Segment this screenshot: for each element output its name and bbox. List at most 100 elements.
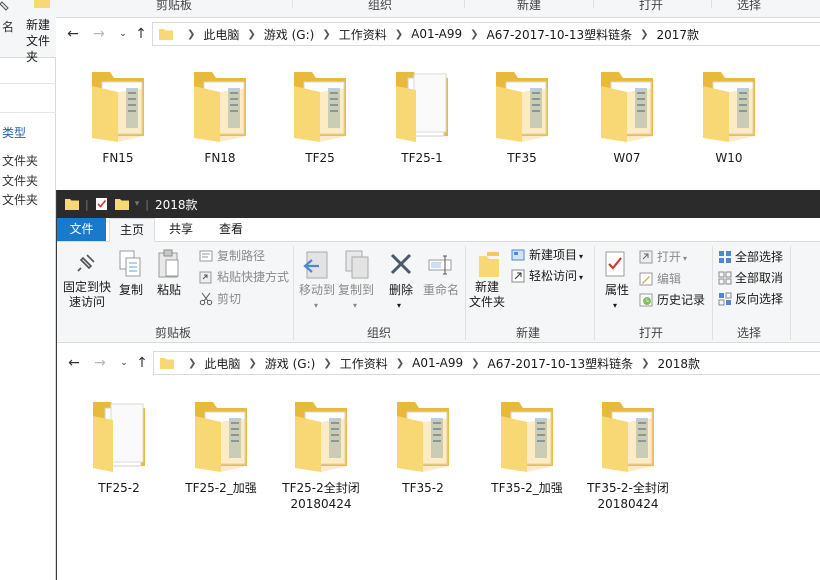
history-button[interactable]: 历史记录 [657, 293, 705, 308]
chevron-right-icon[interactable]: ❯ [322, 29, 330, 40]
pin-icon[interactable] [0, 0, 10, 16]
folder-with-documents-icon [601, 72, 653, 142]
select-none-button[interactable]: 全部取消 [735, 271, 783, 286]
chevron-right-icon[interactable]: ❯ [248, 358, 256, 369]
paste-shortcut-icon [199, 271, 212, 284]
breadcrumb-range[interactable]: A01-A99 [412, 356, 463, 370]
tab-share[interactable]: 共享 [159, 218, 203, 241]
new-item-dropdown-icon[interactable]: ▾ [579, 249, 583, 264]
new-item-icon [511, 249, 525, 261]
new-folder-button[interactable]: 新建 文件夹 [26, 17, 56, 65]
properties-dropdown-icon[interactable]: ▾ [613, 298, 617, 313]
select-none-icon [718, 271, 732, 285]
type-column-header[interactable]: 类型 [2, 124, 26, 141]
file-name: TF35-2 [402, 481, 444, 495]
chevron-right-icon[interactable]: ❯ [396, 358, 404, 369]
folder-item-tf25-1[interactable]: TF25-1 [376, 68, 468, 166]
invert-selection-button[interactable]: 反向选择 [735, 292, 783, 307]
tab-file[interactable]: 文件 [57, 218, 106, 241]
copy-to-dropdown-icon[interactable]: ▾ [353, 298, 357, 313]
ribbon-bottom-edge: 剪贴板 组织 新建 打开 选择 [56, 0, 820, 18]
chevron-right-icon[interactable]: ❯ [247, 29, 255, 40]
folder-item-tf35-2[interactable]: TF35-2 [377, 398, 469, 496]
copy-to-button[interactable]: 复制到 [338, 283, 374, 298]
breadcrumb-drive[interactable]: 游戏 (G:) [265, 355, 316, 372]
copy-path-button[interactable]: 复制路径 [217, 249, 265, 264]
folder-item-tf25-2[interactable]: TF25-2 [73, 398, 165, 496]
breadcrumb-range[interactable]: A01-A99 [411, 27, 462, 41]
rename-button[interactable]: 重命名 [423, 283, 459, 298]
forward-arrow-icon[interactable]: → [90, 17, 108, 51]
properties-check-icon[interactable] [95, 197, 109, 211]
up-arrow-icon[interactable]: ↑ [132, 17, 150, 51]
new-folder-button[interactable]: 新建 文件夹 [467, 280, 507, 310]
easy-access-button[interactable]: 轻松访问 [529, 269, 577, 284]
title-bar[interactable]: | ▾ | 2018款 [57, 190, 820, 218]
new-folder-icon[interactable] [114, 197, 129, 211]
breadcrumb-project[interactable]: A67-2017-10-13塑料链条 [487, 26, 633, 43]
open-button[interactable]: 打开 [657, 250, 681, 265]
easy-access-icon [511, 269, 525, 283]
paste-button[interactable]: 粘贴 [157, 283, 181, 298]
easy-access-dropdown-icon[interactable]: ▾ [579, 270, 583, 285]
folder-item-tf25-2-reinforced[interactable]: TF25-2_加强 [175, 398, 267, 496]
folder-item-tf35-2-reinforced[interactable]: TF35-2_加强 [481, 398, 573, 496]
group-label-new: 新建 [516, 326, 541, 340]
breadcrumb-work[interactable]: 工作资料 [340, 355, 388, 372]
customize-dropdown-icon[interactable]: ▾ [135, 199, 140, 209]
chevron-right-icon[interactable]: ❯ [470, 29, 478, 40]
divider [712, 246, 713, 340]
breadcrumb-current[interactable]: 2018款 [658, 355, 701, 372]
edit-button[interactable]: 编辑 [657, 272, 681, 287]
copy-path-icon [199, 250, 213, 262]
new-item-button[interactable]: 新建项目 [529, 248, 577, 263]
back-arrow-icon[interactable]: ← [64, 17, 82, 51]
new-folder-icon[interactable] [34, 0, 50, 8]
back-arrow-icon[interactable]: ← [65, 346, 83, 380]
paste-shortcut-button[interactable]: 粘贴快捷方式 [217, 270, 289, 285]
cut-button[interactable]: 剪切 [217, 292, 241, 307]
delete-button[interactable]: 删除 [389, 283, 413, 298]
breadcrumb-this-pc[interactable]: 此电脑 [203, 26, 239, 43]
folder-item-fn15[interactable]: FN15 [72, 68, 164, 166]
folder-item-tf35-2-enclosed[interactable]: TF35-2-全封闭 20180424 [582, 398, 674, 512]
up-arrow-icon[interactable]: ↑ [133, 346, 151, 380]
breadcrumb-work[interactable]: 工作资料 [339, 26, 387, 43]
chevron-right-icon[interactable]: ❯ [640, 29, 648, 40]
copy-button[interactable]: 复制 [119, 283, 143, 298]
tab-view[interactable]: 查看 [209, 218, 253, 241]
address-bar[interactable]: ❯ 此电脑 ❯ 游戏 (G:) ❯ 工作资料 ❯ A01-A99 ❯ A67-2… [153, 351, 820, 375]
properties-button[interactable]: 属性 [605, 283, 629, 298]
folder-item-w07[interactable]: W07 [581, 68, 673, 166]
address-bar[interactable]: ❯ 此电脑 ❯ 游戏 (G:) ❯ 工作资料 ❯ A01-A99 ❯ A67-2… [152, 22, 820, 46]
chevron-right-icon[interactable]: ❯ [188, 358, 196, 369]
chevron-right-icon[interactable]: ❯ [395, 29, 403, 40]
tab-home[interactable]: 主页 [109, 218, 155, 242]
folder-item-tf25-2-enclosed[interactable]: TF25-2全封闭 20180424 [275, 398, 367, 512]
folder-item-fn18[interactable]: FN18 [174, 68, 266, 166]
folder-with-documents-icon [92, 72, 144, 142]
file-name: W07 [613, 151, 641, 165]
breadcrumb-this-pc[interactable]: 此电脑 [204, 355, 240, 372]
folder-item-tf25[interactable]: TF25 [274, 68, 366, 166]
folder-with-documents-icon [602, 402, 654, 472]
open-dropdown-icon[interactable]: ▾ [683, 251, 687, 266]
chevron-right-icon[interactable]: ❯ [471, 358, 479, 369]
breadcrumb-drive[interactable]: 游戏 (G:) [264, 26, 315, 43]
breadcrumb-current[interactable]: 2017款 [657, 26, 700, 43]
move-to-button[interactable]: 移动到 [299, 283, 335, 298]
recent-locations-chevron-icon[interactable]: ⌄ [115, 346, 133, 380]
select-all-button[interactable]: 全部选择 [735, 250, 783, 265]
move-to-dropdown-icon[interactable]: ▾ [314, 298, 318, 313]
breadcrumb-project[interactable]: A67-2017-10-13塑料链条 [488, 355, 634, 372]
file-name: FN15 [102, 151, 134, 165]
chevron-right-icon[interactable]: ❯ [323, 358, 331, 369]
forward-arrow-icon[interactable]: → [91, 346, 109, 380]
folder-item-tf35[interactable]: TF35 [476, 68, 568, 166]
delete-dropdown-icon[interactable]: ▾ [397, 298, 401, 313]
pin-to-quick-access-button[interactable]: 固定到快 速访问 [63, 280, 111, 310]
chevron-right-icon[interactable]: ❯ [187, 29, 195, 40]
folder-item-w10[interactable]: W10 [683, 68, 775, 166]
recent-locations-chevron-icon[interactable]: ⌄ [114, 17, 132, 51]
chevron-right-icon[interactable]: ❯ [641, 358, 649, 369]
